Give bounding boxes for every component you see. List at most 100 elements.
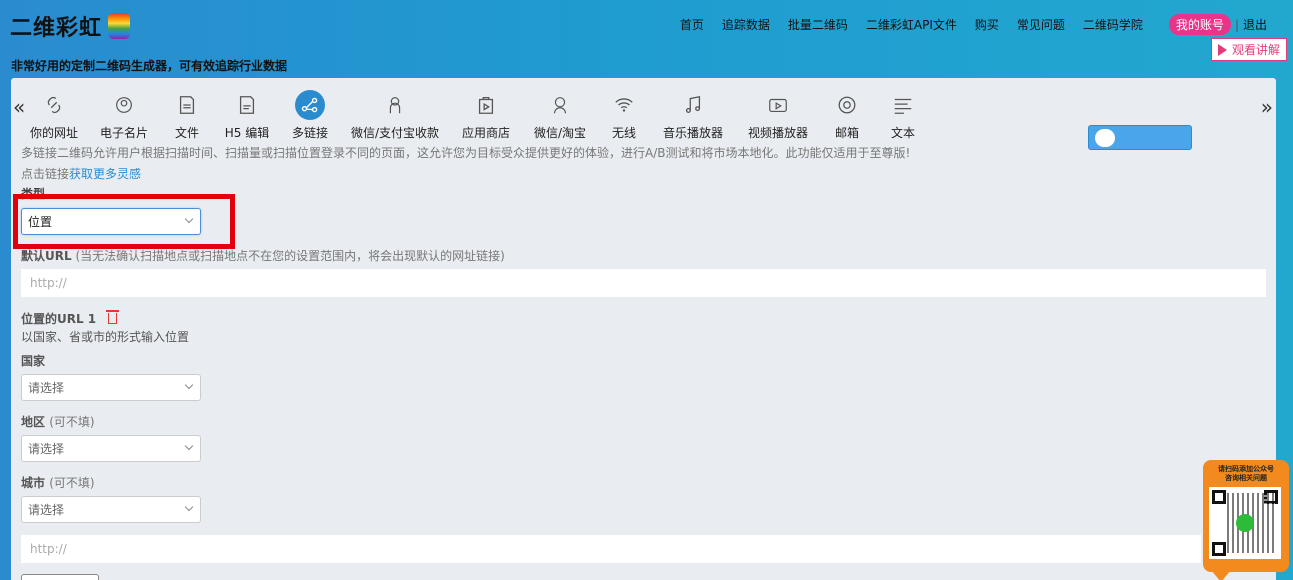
default-url-note: (当无法确认扫描地点或扫描地点不在您的设置范围内，将会出现默认的网址链接) [75, 249, 505, 263]
tab-vcard[interactable]: 电子名片 [87, 90, 161, 141]
location-url-title: 位置的URL 1 [21, 312, 97, 326]
tab-label: 电子名片 [99, 126, 148, 140]
country-label: 国家 [21, 354, 46, 368]
trash-icon[interactable] [106, 310, 120, 324]
qr-finder-pattern [1212, 542, 1226, 556]
qr-widget-line1: 请扫码添加公众号 [1218, 465, 1274, 473]
tab-wechat-taobao[interactable]: 微信/淘宝 [521, 90, 599, 141]
qr-widget-line2: 咨询相关问题 [1225, 474, 1267, 482]
text-icon [888, 90, 918, 120]
city-select[interactable]: 请选择 [21, 496, 201, 523]
highlight-box [13, 194, 235, 249]
tab-email[interactable]: 邮箱 [819, 90, 875, 141]
nav-batch[interactable]: 批量二维码 [788, 16, 848, 33]
nav-api[interactable]: 二维彩虹API文件 [866, 16, 957, 33]
region-select[interactable]: 请选择 [21, 435, 201, 462]
qr-finder-pattern [1212, 490, 1226, 504]
watch-tutorial-label: 观看讲解 [1231, 43, 1280, 57]
nav-home[interactable]: 首页 [680, 16, 704, 33]
tab-label: 应用商店 [461, 126, 510, 140]
tab-h5[interactable]: H5 编辑 [213, 90, 281, 141]
default-url-title: 默认URL [21, 249, 72, 263]
wechat-taobao-icon [545, 90, 575, 120]
top-nav: 首页 追踪数据 批量二维码 二维彩虹API文件 购买 常见问题 二维码学院 我的… [662, 14, 1267, 35]
tab-url[interactable]: 你的网址 [21, 90, 87, 141]
country-select-value: 请选择 [28, 381, 65, 395]
link-icon [39, 90, 69, 120]
tab-label: 无线 [611, 126, 636, 140]
nav-faq[interactable]: 常见问题 [1017, 16, 1065, 33]
chevron-down-icon [184, 441, 194, 451]
logo[interactable]: 二维彩虹 [10, 10, 131, 42]
inspiration-line: 点击链接获取更多灵感 [21, 165, 141, 182]
location-hint: 以国家、省或市的形式输入位置 [21, 330, 190, 344]
tab-label: 文件 [174, 126, 199, 140]
type-tabs: 你的网址 电子名片 文件 H5 编辑 多链接 微信/支付宝收款 应用商店 微信/… [21, 90, 931, 141]
main-panel: « » 你的网址 电子名片 文件 H5 编辑 多链接 微信/支付宝收款 应用商店… [11, 78, 1276, 580]
tab-label: 邮箱 [834, 126, 859, 140]
qr-contact-widget[interactable]: 请扫码添加公众号 咨询相关问题 [1203, 460, 1289, 580]
city-label-text: 城市 [21, 476, 46, 490]
widget-tail [1211, 570, 1231, 580]
city-optional: (可不填) [49, 476, 95, 490]
multilink-description: 多链接二维码允许用户根据扫描时间、扫描量或扫描位置登录不同的页面，这允许您为目标… [21, 146, 911, 160]
play-icon [1217, 43, 1227, 56]
cloud-icon [1095, 128, 1115, 147]
tab-wifi[interactable]: 无线 [599, 90, 649, 141]
tab-payment[interactable]: 微信/支付宝收款 [339, 90, 451, 141]
tab-label: 视频播放器 [747, 126, 808, 140]
wifi-icon [609, 90, 639, 120]
video-icon [763, 90, 793, 120]
logo-text: 二维彩虹 [10, 16, 103, 41]
default-url-input[interactable]: http:// [21, 269, 1266, 297]
app-store-icon [471, 90, 501, 120]
html-file-icon [232, 90, 262, 120]
location-url-input[interactable]: http:// [21, 535, 1201, 563]
pdf-file-icon [172, 90, 202, 120]
city-label: 城市 (可不填) [21, 474, 95, 491]
cloud-button[interactable] [1088, 125, 1192, 150]
tab-text[interactable]: 文本 [875, 90, 931, 141]
region-select-value: 请选择 [28, 442, 65, 456]
add-location-button[interactable] [21, 574, 99, 580]
tab-app-store[interactable]: 应用商店 [451, 90, 521, 141]
city-select-value: 请选择 [28, 503, 65, 517]
nav-tracking[interactable]: 追踪数据 [722, 16, 770, 33]
tab-label: 微信/淘宝 [533, 126, 587, 140]
wechat-icon [1236, 514, 1254, 532]
tab-label: 多链接 [291, 126, 328, 140]
region-optional: (可不填) [49, 415, 95, 429]
tab-multilink[interactable]: 多链接 [281, 90, 339, 141]
music-icon [678, 90, 708, 120]
logout-link[interactable]: 退出 [1243, 16, 1267, 33]
inspiration-link[interactable]: 获取更多灵感 [69, 167, 141, 181]
country-select[interactable]: 请选择 [21, 374, 201, 401]
region-label: 地区 (可不填) [21, 413, 95, 430]
nav-separator: | [1234, 17, 1239, 32]
inspiration-prefix: 点击链接 [21, 167, 70, 181]
rainbow-bear-icon [108, 13, 131, 39]
qr-code [1209, 487, 1281, 559]
location-url-label: 位置的URL 1 [21, 310, 120, 327]
share-icon [295, 90, 325, 120]
account-button[interactable]: 我的账号 [1168, 14, 1231, 35]
tab-label: 音乐播放器 [662, 126, 723, 140]
tab-music[interactable]: 音乐播放器 [649, 90, 737, 141]
chevron-down-icon [184, 380, 194, 390]
nav-buy[interactable]: 购买 [975, 16, 999, 33]
tab-video[interactable]: 视频播放器 [737, 90, 819, 141]
user-card-icon [109, 90, 139, 120]
tab-label: 你的网址 [29, 126, 78, 140]
tab-label: H5 编辑 [224, 126, 270, 140]
tab-label: 文本 [890, 126, 915, 140]
nav-academy[interactable]: 二维码学院 [1083, 16, 1143, 33]
default-url-label: 默认URL (当无法确认扫描地点或扫描地点不在您的设置范围内，将会出现默认的网址… [21, 247, 505, 264]
tagline: 非常好用的定制二维码生成器，可有效追踪行业数据 [11, 59, 288, 73]
watch-tutorial-button[interactable]: 观看讲解 [1211, 38, 1287, 61]
payment-icon [380, 90, 410, 120]
region-label-text: 地区 [21, 415, 46, 429]
tab-file[interactable]: 文件 [161, 90, 213, 141]
scroll-right-icon[interactable]: » [1261, 95, 1273, 119]
chevron-down-icon [184, 502, 194, 512]
tab-label: 微信/支付宝收款 [350, 126, 440, 140]
